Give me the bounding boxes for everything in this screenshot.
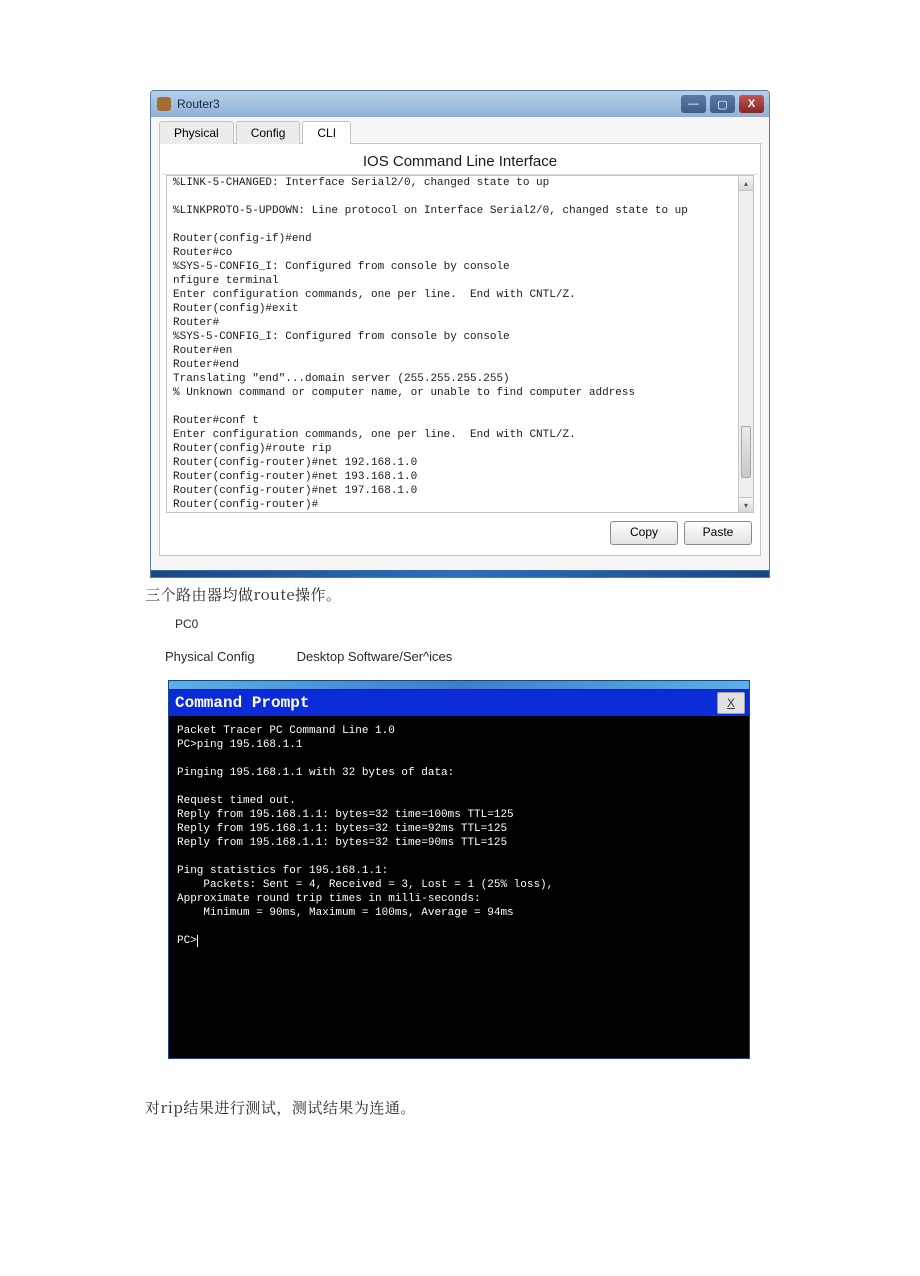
cmd-output[interactable]: Packet Tracer PC Command Line 1.0 PC>pin… (169, 716, 749, 1058)
router3-title: Router3 (177, 97, 681, 111)
tab-cli[interactable]: CLI (302, 121, 351, 144)
router3-window: Router3 — ▢ X Physical Config CLI IOS Co… (150, 90, 770, 578)
cli-scrollbar[interactable]: ▴ ▾ (738, 176, 753, 512)
close-button[interactable]: X (739, 95, 764, 113)
scroll-down-button[interactable]: ▾ (739, 497, 753, 512)
pc0-tab-row: Physical Config Desktop Software/Ser^ice… (165, 649, 920, 664)
cmd-titlebar[interactable]: Command Prompt X (169, 690, 749, 716)
cmd-top-strip (169, 681, 749, 690)
pc0-tab-desktop-software[interactable]: Desktop Software/Ser^ices (297, 649, 453, 664)
window-controls: — ▢ X (681, 95, 769, 113)
router-icon (157, 97, 171, 111)
cmd-close-button[interactable]: X (717, 692, 745, 714)
minimize-button[interactable]: — (681, 95, 706, 113)
cli-button-row: Copy Paste (162, 513, 758, 545)
router3-tabs: Physical Config CLI (159, 120, 761, 144)
cmd-output-text: Packet Tracer PC Command Line 1.0 PC>pin… (177, 725, 553, 947)
cmd-title: Command Prompt (175, 694, 717, 712)
command-prompt-window: Command Prompt X Packet Tracer PC Comman… (168, 680, 750, 1059)
copy-button[interactable]: Copy (610, 521, 678, 545)
tab-physical[interactable]: Physical (159, 121, 234, 144)
pc0-tab-physical-config[interactable]: Physical Config (165, 649, 255, 664)
router3-body: Physical Config CLI IOS Command Line Int… (151, 117, 769, 570)
tab-config[interactable]: Config (236, 121, 301, 144)
maximize-button[interactable]: ▢ (710, 95, 735, 113)
cli-header: IOS Command Line Interface (162, 147, 758, 175)
cli-panel: IOS Command Line Interface %LINK-5-CHANG… (159, 144, 761, 556)
paragraph-routers-route: 三个路由器均做route操作。 (145, 584, 920, 605)
cli-output-wrap: %LINK-5-CHANGED: Interface Serial2/0, ch… (166, 175, 754, 513)
window-bottom-edge (151, 570, 769, 577)
cli-output[interactable]: %LINK-5-CHANGED: Interface Serial2/0, ch… (167, 176, 753, 512)
scroll-up-button[interactable]: ▴ (739, 176, 753, 191)
router3-titlebar[interactable]: Router3 — ▢ X (151, 91, 769, 117)
cmd-cursor-icon (197, 935, 198, 947)
scroll-thumb[interactable] (741, 426, 751, 478)
pc0-label: PC0 (175, 617, 920, 631)
paragraph-test-result: 对rip结果进行测试，测试结果为连通。 (145, 1097, 920, 1118)
paste-button[interactable]: Paste (684, 521, 752, 545)
